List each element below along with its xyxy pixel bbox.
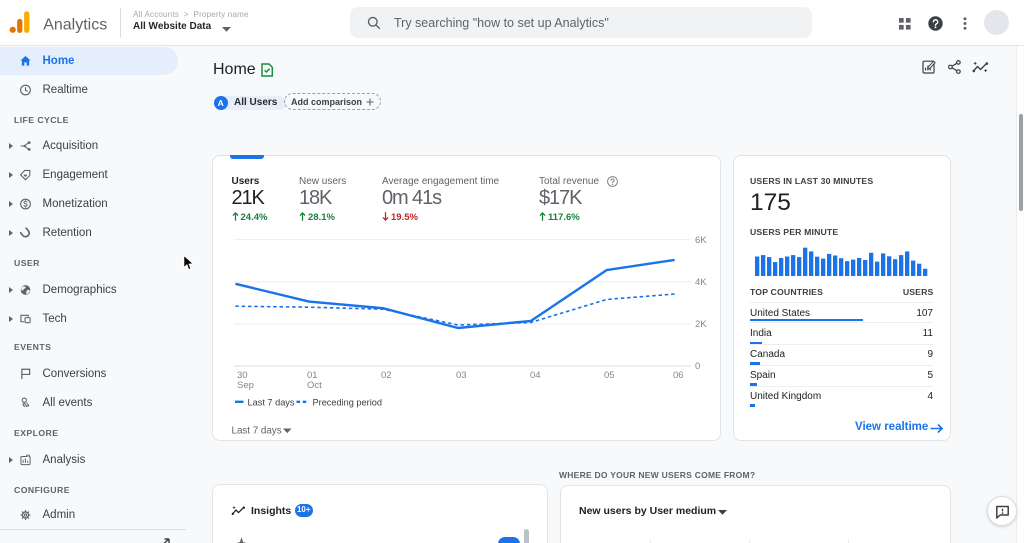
svg-text:04: 04 [530, 370, 541, 381]
svg-text:2K: 2K [695, 319, 707, 330]
svg-text:03: 03 [456, 370, 467, 381]
svg-text:Last 7 days: Last 7 days [232, 425, 282, 436]
svg-text:0: 0 [695, 361, 700, 372]
svg-text:Sep: Sep [237, 380, 254, 391]
svg-text:02: 02 [381, 370, 392, 381]
svg-text:Preceding period: Preceding period [313, 397, 382, 407]
svg-text:Oct: Oct [307, 380, 322, 391]
svg-text:06: 06 [673, 370, 684, 381]
svg-text:Analytics: Analytics [43, 17, 107, 34]
svg-text:Last 7 days: Last 7 days [248, 397, 295, 407]
svg-text:4K: 4K [695, 277, 707, 288]
svg-text:6K: 6K [695, 235, 707, 246]
svg-text:05: 05 [604, 370, 615, 381]
